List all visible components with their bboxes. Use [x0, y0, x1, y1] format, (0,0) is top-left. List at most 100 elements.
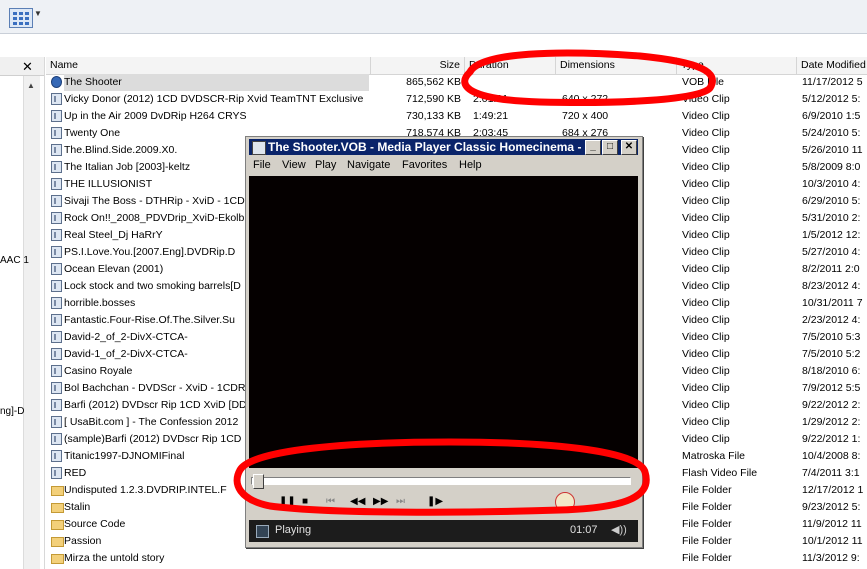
cell-date: 10/3/2010 4: — [802, 178, 861, 190]
cell-type: VOB File — [682, 76, 725, 88]
cell-type: Video Clip — [682, 110, 730, 122]
cell-type: Video Clip — [682, 382, 730, 394]
table-row[interactable]: The Shooter 865,562 KB VOB File 11/17/2012 … — [46, 74, 867, 91]
cell-date: 7/9/2012 5:5 — [802, 382, 861, 394]
speaker-icon[interactable]: ◀)) — [611, 523, 627, 536]
close-button[interactable]: ✕ — [621, 140, 637, 155]
column-header-name[interactable]: Name — [46, 57, 371, 74]
cell-date: 10/1/2012 11 — [802, 535, 863, 547]
scroll-up-icon[interactable]: ▲ — [23, 81, 39, 94]
cell-type: Video Clip — [682, 229, 730, 241]
cell-size: 865,562 KB — [406, 76, 461, 88]
seek-bar[interactable] — [251, 477, 631, 485]
video-file-icon — [51, 246, 62, 258]
video-file-icon — [51, 416, 62, 428]
column-header-dimensions[interactable]: Dimensions — [556, 57, 677, 74]
cell-type: Video Clip — [682, 280, 730, 292]
volume-icon[interactable] — [555, 492, 575, 512]
column-header-type[interactable]: Type — [677, 57, 797, 74]
maximize-button[interactable]: □ — [602, 140, 618, 155]
cell-date: 5/31/2010 2: — [802, 212, 861, 224]
video-area[interactable] — [249, 176, 638, 468]
cell-name: Vicky Donor (2012) 1CD DVDSCR-Rip Xvid T… — [64, 93, 364, 105]
cell-type: File Folder — [682, 552, 732, 564]
column-header-date-modified[interactable]: Date Modified — [797, 57, 867, 74]
app-icon — [252, 141, 266, 155]
minimize-button[interactable]: _ — [585, 140, 601, 155]
cell-date: 6/9/2010 1:5 — [802, 110, 861, 122]
window-title: The Shooter.VOB - Media Player Classic H… — [268, 140, 582, 154]
chevron-down-icon[interactable]: ▼ — [34, 9, 42, 18]
cell-type: Video Clip — [682, 212, 730, 224]
left-pane-text: ng]-D — [0, 406, 25, 417]
cell-date: 8/2/2011 2:0 — [802, 263, 860, 275]
view-options-icon[interactable] — [9, 8, 33, 28]
cell-date: 9/23/2012 5: — [802, 501, 861, 513]
column-header-bar: Name Size Duration Dimensions Type Date … — [46, 57, 867, 75]
cell-type: Video Clip — [682, 93, 730, 105]
cell-type: Video Clip — [682, 161, 730, 173]
menu-view[interactable]: View — [282, 159, 306, 171]
cell-date: 1/29/2012 2: — [802, 416, 861, 428]
video-file-icon — [51, 348, 62, 360]
video-file-icon — [51, 127, 62, 139]
cell-date: 8/18/2010 6: — [802, 365, 861, 377]
cell-duration: 2:01:01 — [473, 93, 509, 105]
seek-thumb[interactable] — [253, 474, 264, 489]
video-file-icon — [51, 433, 62, 445]
cell-type: Matroska File — [682, 450, 746, 462]
cell-type: Video Clip — [682, 331, 730, 343]
video-file-icon — [51, 263, 62, 275]
folder-icon — [51, 554, 64, 564]
cell-dimensions: 640 x 272 — [562, 93, 609, 105]
pause-icon[interactable]: ❚❚ — [279, 496, 296, 507]
cell-type: Video Clip — [682, 433, 730, 445]
cell-date: 1/5/2012 12: — [802, 229, 861, 241]
stop-icon[interactable]: ■ — [302, 496, 308, 507]
cell-date: 5/8/2009 8:0 — [802, 161, 861, 173]
cell-type: File Folder — [682, 535, 732, 547]
video-file-icon — [51, 212, 62, 224]
video-file-icon — [51, 110, 62, 122]
cell-date: 6/29/2010 5: — [802, 195, 861, 207]
previous-icon[interactable]: ⏮ — [326, 496, 335, 507]
menu-file[interactable]: File — [253, 159, 271, 171]
cell-date: 9/22/2012 2: — [802, 399, 861, 411]
video-file-icon — [51, 144, 62, 156]
column-header-duration[interactable]: Duration — [465, 57, 556, 74]
menu-play[interactable]: Play — [315, 159, 336, 171]
left-pane-scrollbar[interactable] — [23, 76, 40, 569]
cell-date: 11/9/2012 11 — [802, 518, 862, 530]
cell-date: 5/26/2010 11 — [802, 144, 863, 156]
cell-type: Video Clip — [682, 365, 730, 377]
table-row[interactable]: Vicky Donor (2012) 1CD DVDSCR-Rip Xvid T… — [46, 91, 867, 108]
cell-date: 5/27/2010 4: — [802, 246, 861, 258]
video-file-icon — [51, 382, 62, 394]
folder-icon — [51, 486, 64, 496]
cell-date: 10/4/2008 8: — [802, 450, 861, 462]
cell-date: 5/24/2010 5: — [802, 127, 861, 139]
rewind-icon[interactable]: ◀◀ — [350, 496, 365, 507]
menu-favorites[interactable]: Favorites — [402, 159, 447, 171]
menu-help[interactable]: Help — [459, 159, 482, 171]
cell-duration: 1:49:21 — [473, 110, 509, 122]
fast-forward-icon[interactable]: ▶▶ — [373, 496, 388, 507]
playback-time: 01:07 — [570, 524, 598, 536]
close-pane-button[interactable]: ✕ — [22, 59, 33, 75]
table-row[interactable]: Mirza the untold story File Folder 11/3/20… — [46, 550, 867, 567]
video-file-icon — [51, 280, 62, 292]
cell-date: 2/23/2012 4: — [802, 314, 861, 326]
next-icon[interactable]: ⏭ — [396, 496, 405, 507]
command-toolbar — [0, 0, 867, 34]
table-row[interactable]: Up in the Air 2009 DvDRip H264 CRYS 730,1… — [46, 108, 867, 125]
menu-navigate[interactable]: Navigate — [347, 159, 390, 171]
frame-step-icon[interactable]: ❚▶ — [427, 496, 443, 507]
cell-type: Video Clip — [682, 178, 730, 190]
cell-type: Video Clip — [682, 246, 730, 258]
cell-name: Up in the Air 2009 DvDRip H264 CRYS — [64, 110, 247, 122]
folder-icon — [51, 503, 64, 513]
folder-icon — [51, 537, 64, 547]
column-header-size[interactable]: Size — [371, 57, 465, 74]
video-file-icon — [51, 93, 62, 105]
cell-size: 730,133 KB — [406, 110, 461, 122]
